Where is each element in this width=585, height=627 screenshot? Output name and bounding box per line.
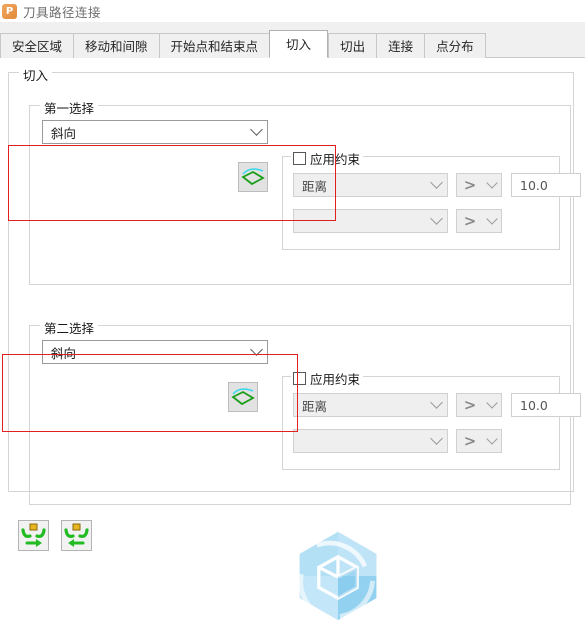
chevron-down-icon [245,343,267,359]
chevron-down-icon[interactable] [483,433,501,448]
first-constraint-row2-type-combo[interactable] [293,209,448,233]
chevron-down-icon [425,176,447,192]
first-constraint-row1-value-field[interactable]: 10.0 [511,173,581,197]
first-constraint-row1-type-combo[interactable]: 距离 [293,173,448,197]
window-title: 刀具路径连接 [23,4,102,20]
tab-start-end-point[interactable]: 开始点和结束点 [158,33,270,58]
groupbox-second-choice-title: 第二选择 [40,318,99,337]
groupbox-second-choice: 第二选择 斜向 应用约束 距离 > 10.0 > [29,318,581,505]
tab-bar: 安全区域 移动和间隙 开始点和结束点 切入 切出 连接 点分布 [0,22,585,58]
second-constraint-row1-type-value: 距离 [302,398,328,414]
tab-move-and-gap[interactable]: 移动和间隙 [73,33,159,58]
groupbox-first-choice-title: 第一选择 [40,98,99,117]
chevron-down-icon [425,212,447,228]
first-constraint-row1-operator-symbol: > [463,176,477,194]
second-choice-type-combo[interactable]: 斜向 [42,340,268,364]
window-titlebar: P 刀具路径连接 [0,0,585,22]
tab-lead-out[interactable]: 切出 [328,33,377,58]
second-apply-constraint-label: 应用约束 [310,372,361,387]
groupbox-first-constraint: 应用约束 距离 > 10.0 > [282,149,581,250]
first-choice-type-combo[interactable]: 斜向 [42,120,268,144]
first-apply-constraint-row[interactable]: 应用约束 [291,149,364,168]
second-constraint-row2-operator-symbol: > [463,432,477,450]
second-constraint-row1-value-field[interactable]: 10.0 [511,393,581,417]
watermark-logo [290,528,386,624]
lead-in-backward-button[interactable] [61,520,92,551]
tab-safety-zone[interactable]: 安全区域 [0,33,74,58]
second-constraint-row1-type-combo[interactable]: 距离 [293,393,448,417]
first-choice-preview-icon [238,162,268,192]
first-constraint-row2-operator-symbol: > [463,212,477,230]
first-constraint-row1-type-value: 距离 [302,178,328,194]
first-constraint-row2-operator-button[interactable]: > [456,209,502,233]
app-logo-icon: P [2,3,17,19]
chevron-down-icon[interactable] [483,213,501,228]
first-apply-constraint-checkbox[interactable] [293,152,306,165]
chevron-down-icon[interactable] [483,397,501,412]
groupbox-lead-in: 切入 第一选择 斜向 应用约束 距离 > 10.0 > 第二选择 斜向 应用约束… [8,65,581,505]
second-constraint-row1-operator-symbol: > [463,396,477,414]
tab-panel-lead-in: 切入 第一选择 斜向 应用约束 距离 > 10.0 > 第二选择 斜向 应用约束… [0,58,585,621]
chevron-down-icon [245,123,267,139]
first-choice-type-value: 斜向 [51,125,77,141]
second-constraint-row2-type-combo[interactable] [293,429,448,453]
lead-in-forward-button[interactable] [18,520,49,551]
groupbox-second-constraint: 应用约束 距离 > 10.0 > [282,369,581,470]
chevron-down-icon[interactable] [483,177,501,192]
first-constraint-row1-operator-button[interactable]: > [456,173,502,197]
second-choice-preview-icon [228,382,258,412]
first-apply-constraint-label: 应用约束 [310,152,361,167]
tab-links[interactable]: 连接 [376,33,425,58]
chevron-down-icon [425,432,447,448]
tab-point-distribution[interactable]: 点分布 [424,33,486,58]
second-apply-constraint-checkbox[interactable] [293,372,306,385]
groupbox-first-choice: 第一选择 斜向 应用约束 距离 > 10.0 > [29,98,581,285]
chevron-down-icon [425,396,447,412]
tab-lead-in[interactable]: 切入 [269,30,329,58]
second-choice-type-value: 斜向 [51,345,77,361]
second-constraint-row2-operator-button[interactable]: > [456,429,502,453]
second-constraint-row1-operator-button[interactable]: > [456,393,502,417]
groupbox-lead-in-title: 切入 [19,65,53,84]
second-apply-constraint-row[interactable]: 应用约束 [291,369,364,388]
